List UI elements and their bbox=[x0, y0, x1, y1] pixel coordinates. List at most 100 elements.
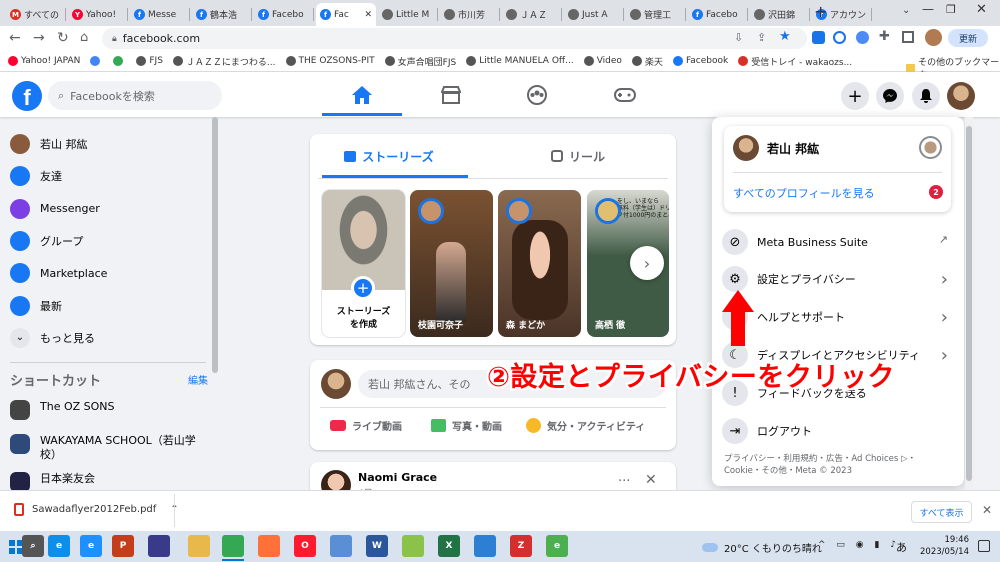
see-all-profiles-link[interactable]: すべてのプロフィールを見る bbox=[733, 185, 875, 201]
notifications-button[interactable] bbox=[912, 82, 940, 110]
show-all-downloads-button[interactable]: すべて表示 bbox=[911, 501, 972, 523]
minimize-button[interactable]: — bbox=[922, 2, 934, 16]
feeling-activity-button[interactable]: 気分・アクティビティ bbox=[526, 418, 645, 433]
nav-home-tab[interactable] bbox=[322, 77, 402, 113]
account-avatar-button[interactable] bbox=[947, 82, 975, 110]
bookmark-item[interactable]: Facebook bbox=[672, 56, 728, 66]
facebook-logo[interactable]: f bbox=[12, 81, 42, 111]
excel-icon[interactable]: X bbox=[438, 535, 460, 557]
bookmark-item[interactable] bbox=[90, 56, 103, 66]
story-card[interactable]: 枝園可奈子 bbox=[410, 190, 493, 337]
sidebar-item[interactable]: ⌄ もっと見る bbox=[10, 324, 95, 352]
start-button[interactable] bbox=[9, 540, 23, 554]
browser-tab[interactable]: f Facebo bbox=[254, 3, 314, 26]
powerpoint-icon[interactable]: P bbox=[112, 535, 134, 557]
live-video-button[interactable]: ライブ動画 bbox=[330, 418, 402, 433]
browser-tab[interactable]: 市川芳 bbox=[440, 3, 500, 26]
shortcut-item[interactable]: WAKAYAMA SCHOOL（若山学 校） bbox=[10, 430, 196, 464]
menu-item[interactable]: ⊘ Meta Business Suite ↗ bbox=[722, 226, 954, 258]
nav-marketplace-tab[interactable] bbox=[411, 77, 491, 113]
notification-center-icon[interactable] bbox=[978, 540, 990, 552]
profile-row[interactable]: 若山 邦紘 bbox=[733, 135, 819, 161]
stories-next-button[interactable]: › bbox=[630, 246, 664, 280]
close-icon[interactable]: ✕ bbox=[645, 472, 657, 488]
edge-icon[interactable]: e bbox=[48, 535, 70, 557]
sidebar-scrollbar[interactable] bbox=[212, 117, 218, 373]
create-story-card[interactable]: + ストーリーズ を作成 bbox=[322, 190, 405, 337]
sidebar-item[interactable]: 最新 bbox=[10, 292, 62, 320]
download-item[interactable]: Sawadaflyer2012Feb.pdf ⌃ bbox=[14, 503, 179, 516]
search-icon[interactable]: ⌕ bbox=[22, 535, 44, 557]
browser-tab[interactable]: ＪＡＺ bbox=[502, 3, 562, 26]
tab-search-button[interactable]: ⌄ bbox=[902, 5, 910, 16]
sidebar-item[interactable]: 友達 bbox=[10, 162, 62, 190]
app-icon[interactable] bbox=[148, 535, 170, 557]
explorer-icon[interactable] bbox=[188, 535, 210, 557]
story-card[interactable]: 森 まどか bbox=[498, 190, 581, 337]
ime-indicator[interactable]: あ bbox=[896, 539, 907, 555]
tab-stories[interactable]: ストーリーズ bbox=[310, 140, 468, 172]
tray-icons[interactable]: ^ ▭ ◉ ▮ ♪ bbox=[818, 540, 900, 550]
browser-tab[interactable]: 管理工 bbox=[626, 3, 686, 26]
more-options-icon[interactable]: ··· bbox=[618, 474, 630, 489]
close-window-button[interactable]: ✕ bbox=[976, 2, 987, 17]
bookmark-item[interactable]: Yahoo! JAPAN bbox=[8, 56, 80, 66]
ie-icon[interactable]: e bbox=[80, 535, 102, 557]
bookmark-item[interactable]: Video bbox=[583, 56, 622, 66]
close-tab-icon[interactable]: ✕ bbox=[364, 10, 372, 20]
back-button[interactable]: ← bbox=[9, 30, 21, 46]
page-scrollbar-thumb[interactable] bbox=[966, 126, 972, 481]
profile-avatar[interactable] bbox=[925, 29, 942, 46]
home-button[interactable]: ⌂ bbox=[80, 30, 88, 45]
bookmark-item[interactable]: THE OZSONS-PIT bbox=[285, 56, 375, 66]
side-panel-icon[interactable] bbox=[902, 31, 914, 43]
sidebar-item[interactable]: 若山 邦紘 bbox=[10, 130, 88, 158]
extension-icon[interactable] bbox=[833, 31, 846, 44]
nav-gaming-tab[interactable] bbox=[585, 77, 665, 113]
photos-icon[interactable] bbox=[474, 535, 496, 557]
nav-groups-tab[interactable] bbox=[497, 77, 577, 113]
firefox-icon[interactable] bbox=[258, 535, 280, 557]
bookmark-item[interactable]: FJS bbox=[136, 56, 163, 66]
extension-icon[interactable] bbox=[856, 31, 869, 44]
browser-tab[interactable]: f 鶴本浩 bbox=[192, 3, 252, 26]
shortcuts-edit-link[interactable]: 編集 bbox=[188, 372, 208, 387]
bookmark-item[interactable]: 楽天 bbox=[631, 55, 663, 68]
new-tab-button[interactable]: + bbox=[814, 2, 827, 21]
app-icon[interactable]: e bbox=[546, 535, 568, 557]
app-icon[interactable]: Z bbox=[510, 535, 532, 557]
maximize-button[interactable]: ❐ bbox=[946, 3, 956, 16]
install-icon[interactable]: ⇩ bbox=[734, 31, 743, 44]
sidebar-item[interactable]: Marketplace bbox=[10, 259, 107, 287]
bookmark-star-icon[interactable]: ★ bbox=[779, 29, 791, 44]
close-download-bar-icon[interactable]: ✕ bbox=[982, 503, 992, 517]
app-icon[interactable] bbox=[402, 535, 424, 557]
browser-tab[interactable]: Little M bbox=[378, 3, 438, 26]
bookmark-item[interactable]: ＪＡＺＺにまつわる... bbox=[172, 55, 276, 68]
tab-active[interactable]: f Fac ✕ bbox=[316, 3, 376, 26]
tab-reels[interactable]: リール bbox=[480, 140, 676, 172]
weather-widget[interactable]: 20°C くもりのち晴れ bbox=[702, 540, 822, 555]
shortcut-item[interactable]: The OZ SONS bbox=[10, 396, 115, 424]
bookmark-item[interactable] bbox=[113, 56, 126, 66]
address-bar[interactable]: 🔒︎ facebook.com bbox=[102, 28, 807, 49]
photo-video-button[interactable]: 写真・動画 bbox=[431, 418, 502, 433]
menu-item[interactable]: ⇥ ログアウト bbox=[722, 415, 954, 447]
opera-icon[interactable]: O bbox=[294, 535, 316, 557]
sidebar-item[interactable]: Messenger bbox=[10, 195, 100, 223]
browser-tab[interactable]: Just A bbox=[564, 3, 624, 26]
browser-tab[interactable]: f Messe bbox=[130, 3, 190, 26]
sidebar-item[interactable]: グループ bbox=[10, 227, 83, 255]
bookmark-item[interactable]: 受信トレイ - wakaozs... bbox=[738, 55, 852, 68]
clock[interactable]: 19:46 2023/05/14 bbox=[913, 534, 969, 558]
extensions-puzzle-icon[interactable]: ✚ bbox=[879, 29, 890, 44]
browser-tab[interactable]: f Facebo bbox=[688, 3, 748, 26]
reload-button[interactable]: ↻ bbox=[57, 30, 69, 46]
forward-button[interactable]: → bbox=[33, 30, 45, 46]
bookmark-item[interactable]: 女声合唱団FJS bbox=[384, 55, 456, 68]
fb-search-input[interactable]: ⌕ Facebookを検索 bbox=[48, 81, 222, 110]
messenger-button[interactable] bbox=[876, 82, 904, 110]
post-author-name[interactable]: Naomi Grace bbox=[358, 471, 437, 484]
extension-icon[interactable] bbox=[812, 31, 825, 44]
composer-avatar[interactable] bbox=[321, 369, 351, 399]
